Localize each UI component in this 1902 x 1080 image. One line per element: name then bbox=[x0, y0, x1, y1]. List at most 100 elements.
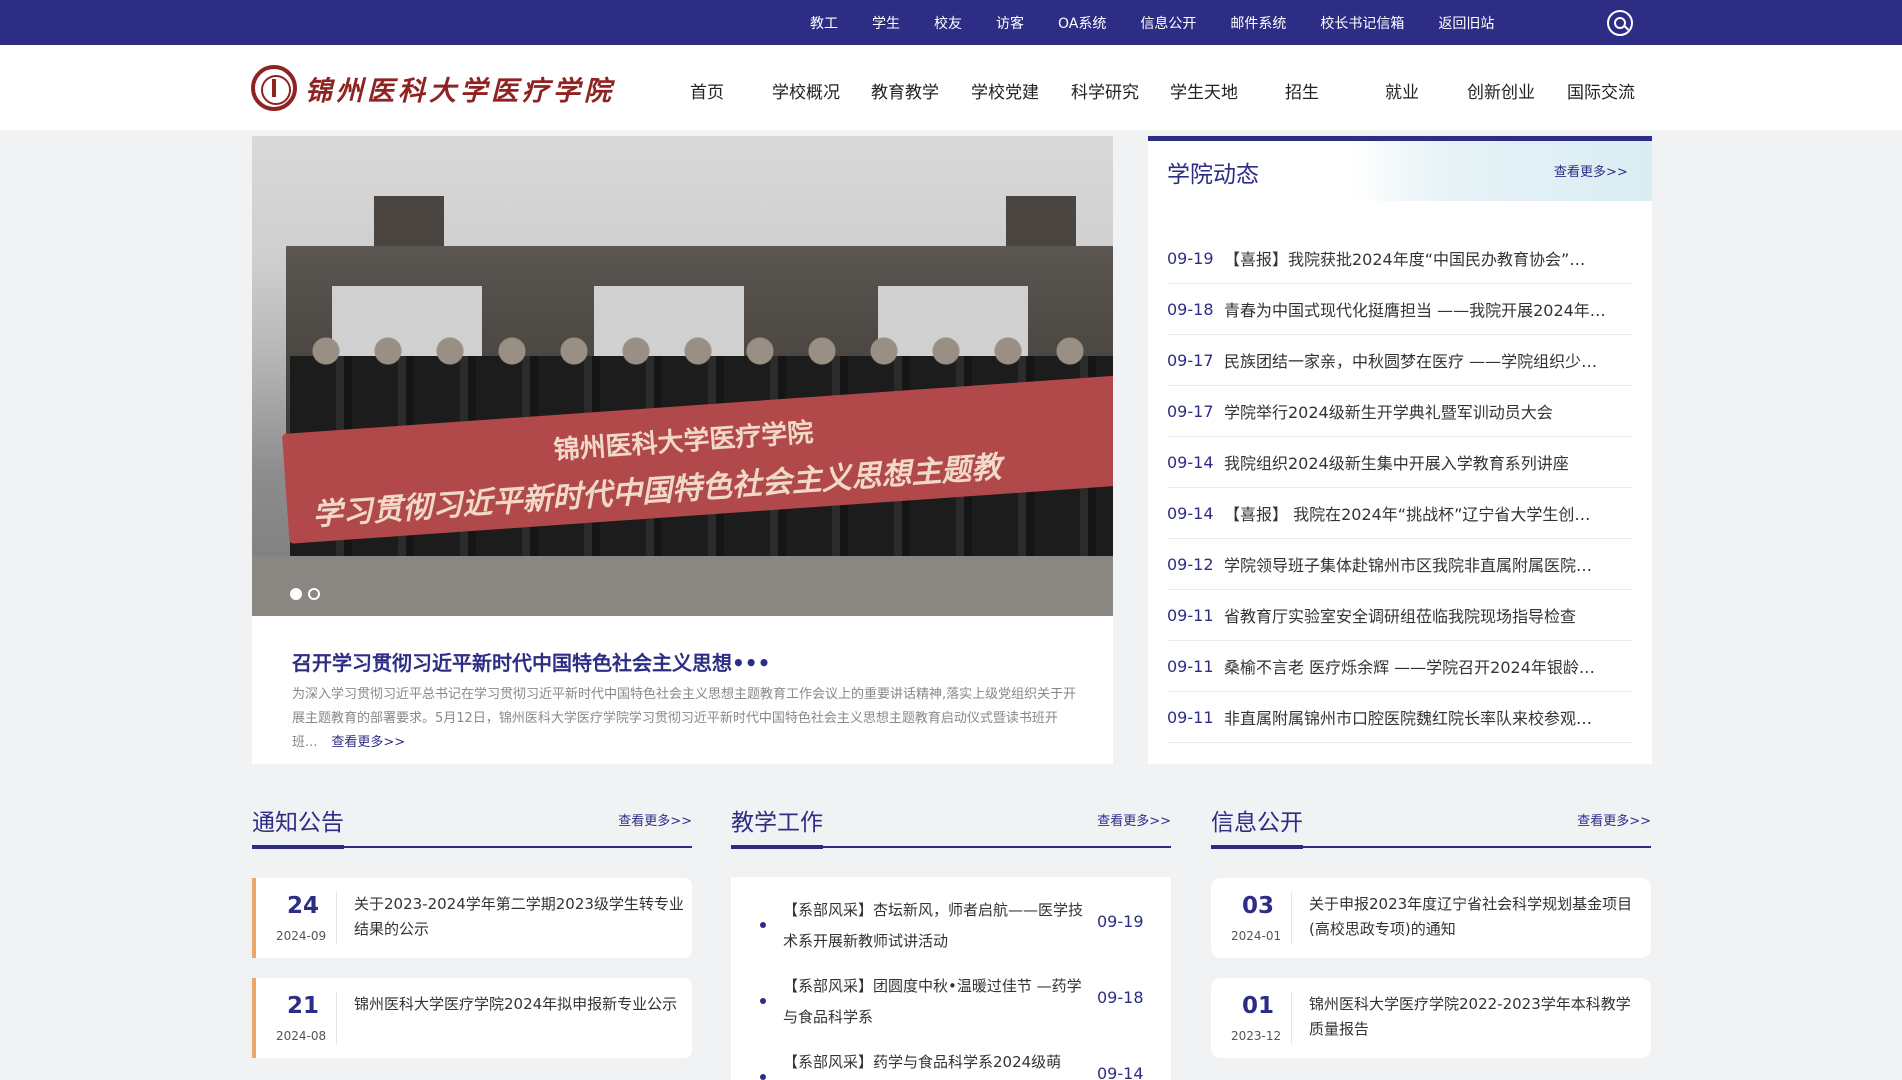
news-item[interactable]: 09-14 【喜报】 我院在2024年“挑战杯”辽宁省大学生创… bbox=[1167, 488, 1633, 539]
disclosure-card[interactable]: 03 2024-01 关于申报2023年度辽宁省社会科学规划基金项目(高校思政专… bbox=[1211, 878, 1651, 958]
utility-link-oa[interactable]: OA系统 bbox=[1058, 13, 1106, 33]
photo-ground bbox=[252, 556, 1113, 616]
notice-day: 21 bbox=[287, 993, 320, 1019]
banner-description: 为深入学习贯彻习近平总书记在学习贯彻习近平新时代中国特色社会主义思想主题教育工作… bbox=[292, 683, 1082, 755]
notices-header: 通知公告 查看更多>> bbox=[252, 800, 692, 849]
banner-more-link[interactable]: 查看更多>> bbox=[331, 735, 405, 750]
teaching-item[interactable]: 【系部风采】药学与食品科学系2024级萌 09-14 bbox=[731, 1047, 1171, 1080]
teaching-item[interactable]: 【系部风采】杏坛新风，师者启航——医学技术系开展新教师试讲活动 09-19 bbox=[731, 895, 1171, 955]
news-date: 09-11 bbox=[1167, 707, 1214, 727]
divider bbox=[1291, 992, 1292, 1044]
news-item[interactable]: 09-11 省教育厅实验室安全调研组莅临我院现场指导检查 bbox=[1167, 590, 1633, 641]
teaching-title: 教学工作 bbox=[731, 803, 823, 849]
notice-card[interactable]: 24 2024-09 关于2023-2024学年第二学期2023级学生转专业结果… bbox=[252, 878, 692, 958]
nav-item-international[interactable]: 国际交流 bbox=[1567, 78, 1635, 103]
nav-item-research[interactable]: 科学研究 bbox=[1071, 78, 1139, 103]
banner-title[interactable]: 召开学习贯彻习近平新时代中国特色社会主义思想••• bbox=[292, 647, 770, 676]
utility-link-old-site[interactable]: 返回旧站 bbox=[1438, 13, 1494, 33]
teaching-header: 教学工作 查看更多>> bbox=[731, 800, 1171, 849]
nav-item-home[interactable]: 首页 bbox=[690, 78, 724, 103]
nav-item-employment[interactable]: 就业 bbox=[1385, 78, 1419, 103]
notice-card[interactable]: 21 2024-08 锦州医科大学医疗学院2024年拟申报新专业公示 bbox=[252, 978, 692, 1058]
utility-link-visitors[interactable]: 访客 bbox=[996, 13, 1024, 33]
bullet-icon bbox=[760, 998, 766, 1004]
notice-text: 锦州医科大学医疗学院2024年拟申报新专业公示 bbox=[354, 995, 678, 1013]
nav-item-student-life[interactable]: 学生天地 bbox=[1170, 78, 1238, 103]
nav-item-overview[interactable]: 学校概况 bbox=[772, 78, 840, 103]
disclosure-column: 信息公开 查看更多>> 03 2024-01 关于申报2023年度辽宁省社会科学… bbox=[1211, 800, 1651, 1058]
bullet-icon bbox=[760, 1074, 766, 1080]
notice-day: 24 bbox=[287, 893, 320, 919]
disclosure-card[interactable]: 01 2023-12 锦州医科大学医疗学院2022-2023学年本科教学质量报告 bbox=[1211, 978, 1651, 1058]
disclosure-text: 锦州医科大学医疗学院2022-2023学年本科教学质量报告 bbox=[1309, 995, 1631, 1038]
disclosure-day: 01 bbox=[1242, 993, 1275, 1019]
slider-dot-1[interactable] bbox=[290, 588, 302, 600]
feature-banner: 锦州医科大学医疗学院 学习贯彻习近平新时代中国特色社会主义思想主题教 召开学习贯… bbox=[252, 136, 1113, 764]
disclosure-text: 关于申报2023年度辽宁省社会科学规划基金项目(高校思政专项)的通知 bbox=[1309, 895, 1633, 938]
nav-item-education[interactable]: 教育教学 bbox=[871, 78, 939, 103]
news-title: 学院动态 bbox=[1167, 162, 1259, 188]
news-date: 09-14 bbox=[1167, 503, 1214, 523]
photo-faces bbox=[302, 331, 1112, 371]
news-date: 09-17 bbox=[1167, 350, 1214, 370]
teaching-more-link[interactable]: 查看更多>> bbox=[1097, 810, 1171, 829]
college-news-panel: 学院动态 查看更多>> 09-19 【喜报】我院获批2024年度“中国民办教育协会… bbox=[1148, 136, 1652, 764]
nav-item-admissions[interactable]: 招生 bbox=[1285, 78, 1319, 103]
nav-item-party[interactable]: 学校党建 bbox=[971, 78, 1039, 103]
disclosure-day: 03 bbox=[1242, 893, 1275, 919]
divider bbox=[1291, 892, 1292, 944]
news-item[interactable]: 09-17 学院举行2024级新生开学典礼暨军训动员大会 bbox=[1167, 386, 1633, 437]
news-text: 学院领导班子集体赴锦州市区我院非直属附属医院… bbox=[1224, 556, 1593, 575]
teaching-text: 【系部风采】团圆度中秋•温暖过佳节 —药学与食品科学系 bbox=[783, 977, 1082, 1026]
news-item[interactable]: 09-17 民族团结一家亲，中秋圆梦在医疗 ——学院组织少… bbox=[1167, 335, 1633, 386]
news-date: 09-11 bbox=[1167, 605, 1214, 625]
teaching-text: 【系部风采】杏坛新风，师者启航——医学技术系开展新教师试讲活动 bbox=[783, 901, 1084, 950]
news-item[interactable]: 09-19 【喜报】我院获批2024年度“中国民办教育协会”… bbox=[1167, 233, 1633, 284]
disclosure-header: 信息公开 查看更多>> bbox=[1211, 800, 1651, 849]
news-text: 民族团结一家亲，中秋圆梦在医疗 ——学院组织少… bbox=[1224, 352, 1598, 371]
teaching-date: 09-19 bbox=[1097, 912, 1144, 931]
utility-link-staff[interactable]: 教工 bbox=[810, 13, 838, 33]
divider bbox=[336, 892, 337, 944]
news-item[interactable]: 09-11 非直属附属锦州市口腔医院魏红院长率队来校参观… bbox=[1167, 692, 1633, 743]
utility-link-alumni[interactable]: 校友 bbox=[934, 13, 962, 33]
news-text: 非直属附属锦州市口腔医院魏红院长率队来校参观… bbox=[1224, 709, 1593, 728]
news-more-link[interactable]: 查看更多>> bbox=[1554, 161, 1628, 180]
news-text: 青春为中国式现代化挺膺担当 ——我院开展2024年… bbox=[1224, 301, 1606, 320]
teaching-date: 09-14 bbox=[1097, 1064, 1144, 1080]
disclosure-year-month: 2024-01 bbox=[1231, 929, 1282, 943]
notice-year-month: 2024-08 bbox=[276, 1029, 327, 1043]
teaching-item[interactable]: 【系部风采】团圆度中秋•温暖过佳节 —药学与食品科学系 09-18 bbox=[731, 971, 1171, 1031]
news-text: 我院组织2024级新生集中开展入学教育系列讲座 bbox=[1224, 454, 1569, 473]
slider-dots bbox=[290, 588, 326, 600]
news-item[interactable]: 09-12 学院领导班子集体赴锦州市区我院非直属附属医院… bbox=[1167, 539, 1633, 590]
news-list: 09-19 【喜报】我院获批2024年度“中国民办教育协会”… 09-18 青春为中… bbox=[1167, 233, 1633, 743]
news-item[interactable]: 09-18 青春为中国式现代化挺膺担当 ——我院开展2024年… bbox=[1167, 284, 1633, 335]
search-icon[interactable] bbox=[1607, 10, 1633, 36]
nav-item-innovation[interactable]: 创新创业 bbox=[1467, 78, 1535, 103]
disclosure-more-link[interactable]: 查看更多>> bbox=[1577, 810, 1651, 829]
news-item[interactable]: 09-14 我院组织2024级新生集中开展入学教育系列讲座 bbox=[1167, 437, 1633, 488]
site-header: 锦州医科大学医疗学院 首页 学校概况 教育教学 学校党建 科学研究 学生天地 招… bbox=[0, 45, 1902, 130]
news-text: 省教育厅实验室安全调研组莅临我院现场指导检查 bbox=[1224, 607, 1577, 626]
news-date: 09-11 bbox=[1167, 656, 1214, 676]
teaching-list: 【系部风采】杏坛新风，师者启航——医学技术系开展新教师试讲活动 09-19 【系… bbox=[731, 877, 1171, 1080]
notice-text: 关于2023-2024学年第二学期2023级学生转专业结果的公示 bbox=[354, 895, 684, 938]
banner-photo[interactable]: 锦州医科大学医疗学院 学习贯彻习近平新时代中国特色社会主义思想主题教 bbox=[252, 136, 1113, 616]
news-text: 桑榆不言老 医疗烁余辉 ——学院召开2024年银龄… bbox=[1224, 658, 1595, 677]
main-nav: 首页 学校概况 教育教学 学校党建 科学研究 学生天地 招生 就业 创新创业 国… bbox=[0, 45, 1902, 130]
teaching-column: 教学工作 查看更多>> 【系部风采】杏坛新风，师者启航——医学技术系开展新教师试… bbox=[731, 800, 1171, 1080]
notices-more-link[interactable]: 查看更多>> bbox=[618, 810, 692, 829]
news-header: 学院动态 查看更多>> bbox=[1148, 141, 1652, 201]
slider-dot-2[interactable] bbox=[308, 588, 320, 600]
news-text: 【喜报】我院获批2024年度“中国民办教育协会”… bbox=[1224, 250, 1586, 269]
utility-link-disclosure[interactable]: 信息公开 bbox=[1140, 13, 1196, 33]
utility-link-students[interactable]: 学生 bbox=[872, 13, 900, 33]
news-date: 09-18 bbox=[1167, 299, 1214, 319]
utility-link-mailbox[interactable]: 校长书记信箱 bbox=[1320, 13, 1404, 33]
news-text: 【喜报】 我院在2024年“挑战杯”辽宁省大学生创… bbox=[1224, 505, 1591, 524]
utility-link-mail[interactable]: 邮件系统 bbox=[1230, 13, 1286, 33]
utility-links: 教工 学生 校友 访客 OA系统 信息公开 邮件系统 校长书记信箱 返回旧站 bbox=[810, 0, 1528, 45]
news-item[interactable]: 09-11 桑榆不言老 医疗烁余辉 ——学院召开2024年银龄… bbox=[1167, 641, 1633, 692]
top-utility-bar: 教工 学生 校友 访客 OA系统 信息公开 邮件系统 校长书记信箱 返回旧站 bbox=[0, 0, 1902, 45]
